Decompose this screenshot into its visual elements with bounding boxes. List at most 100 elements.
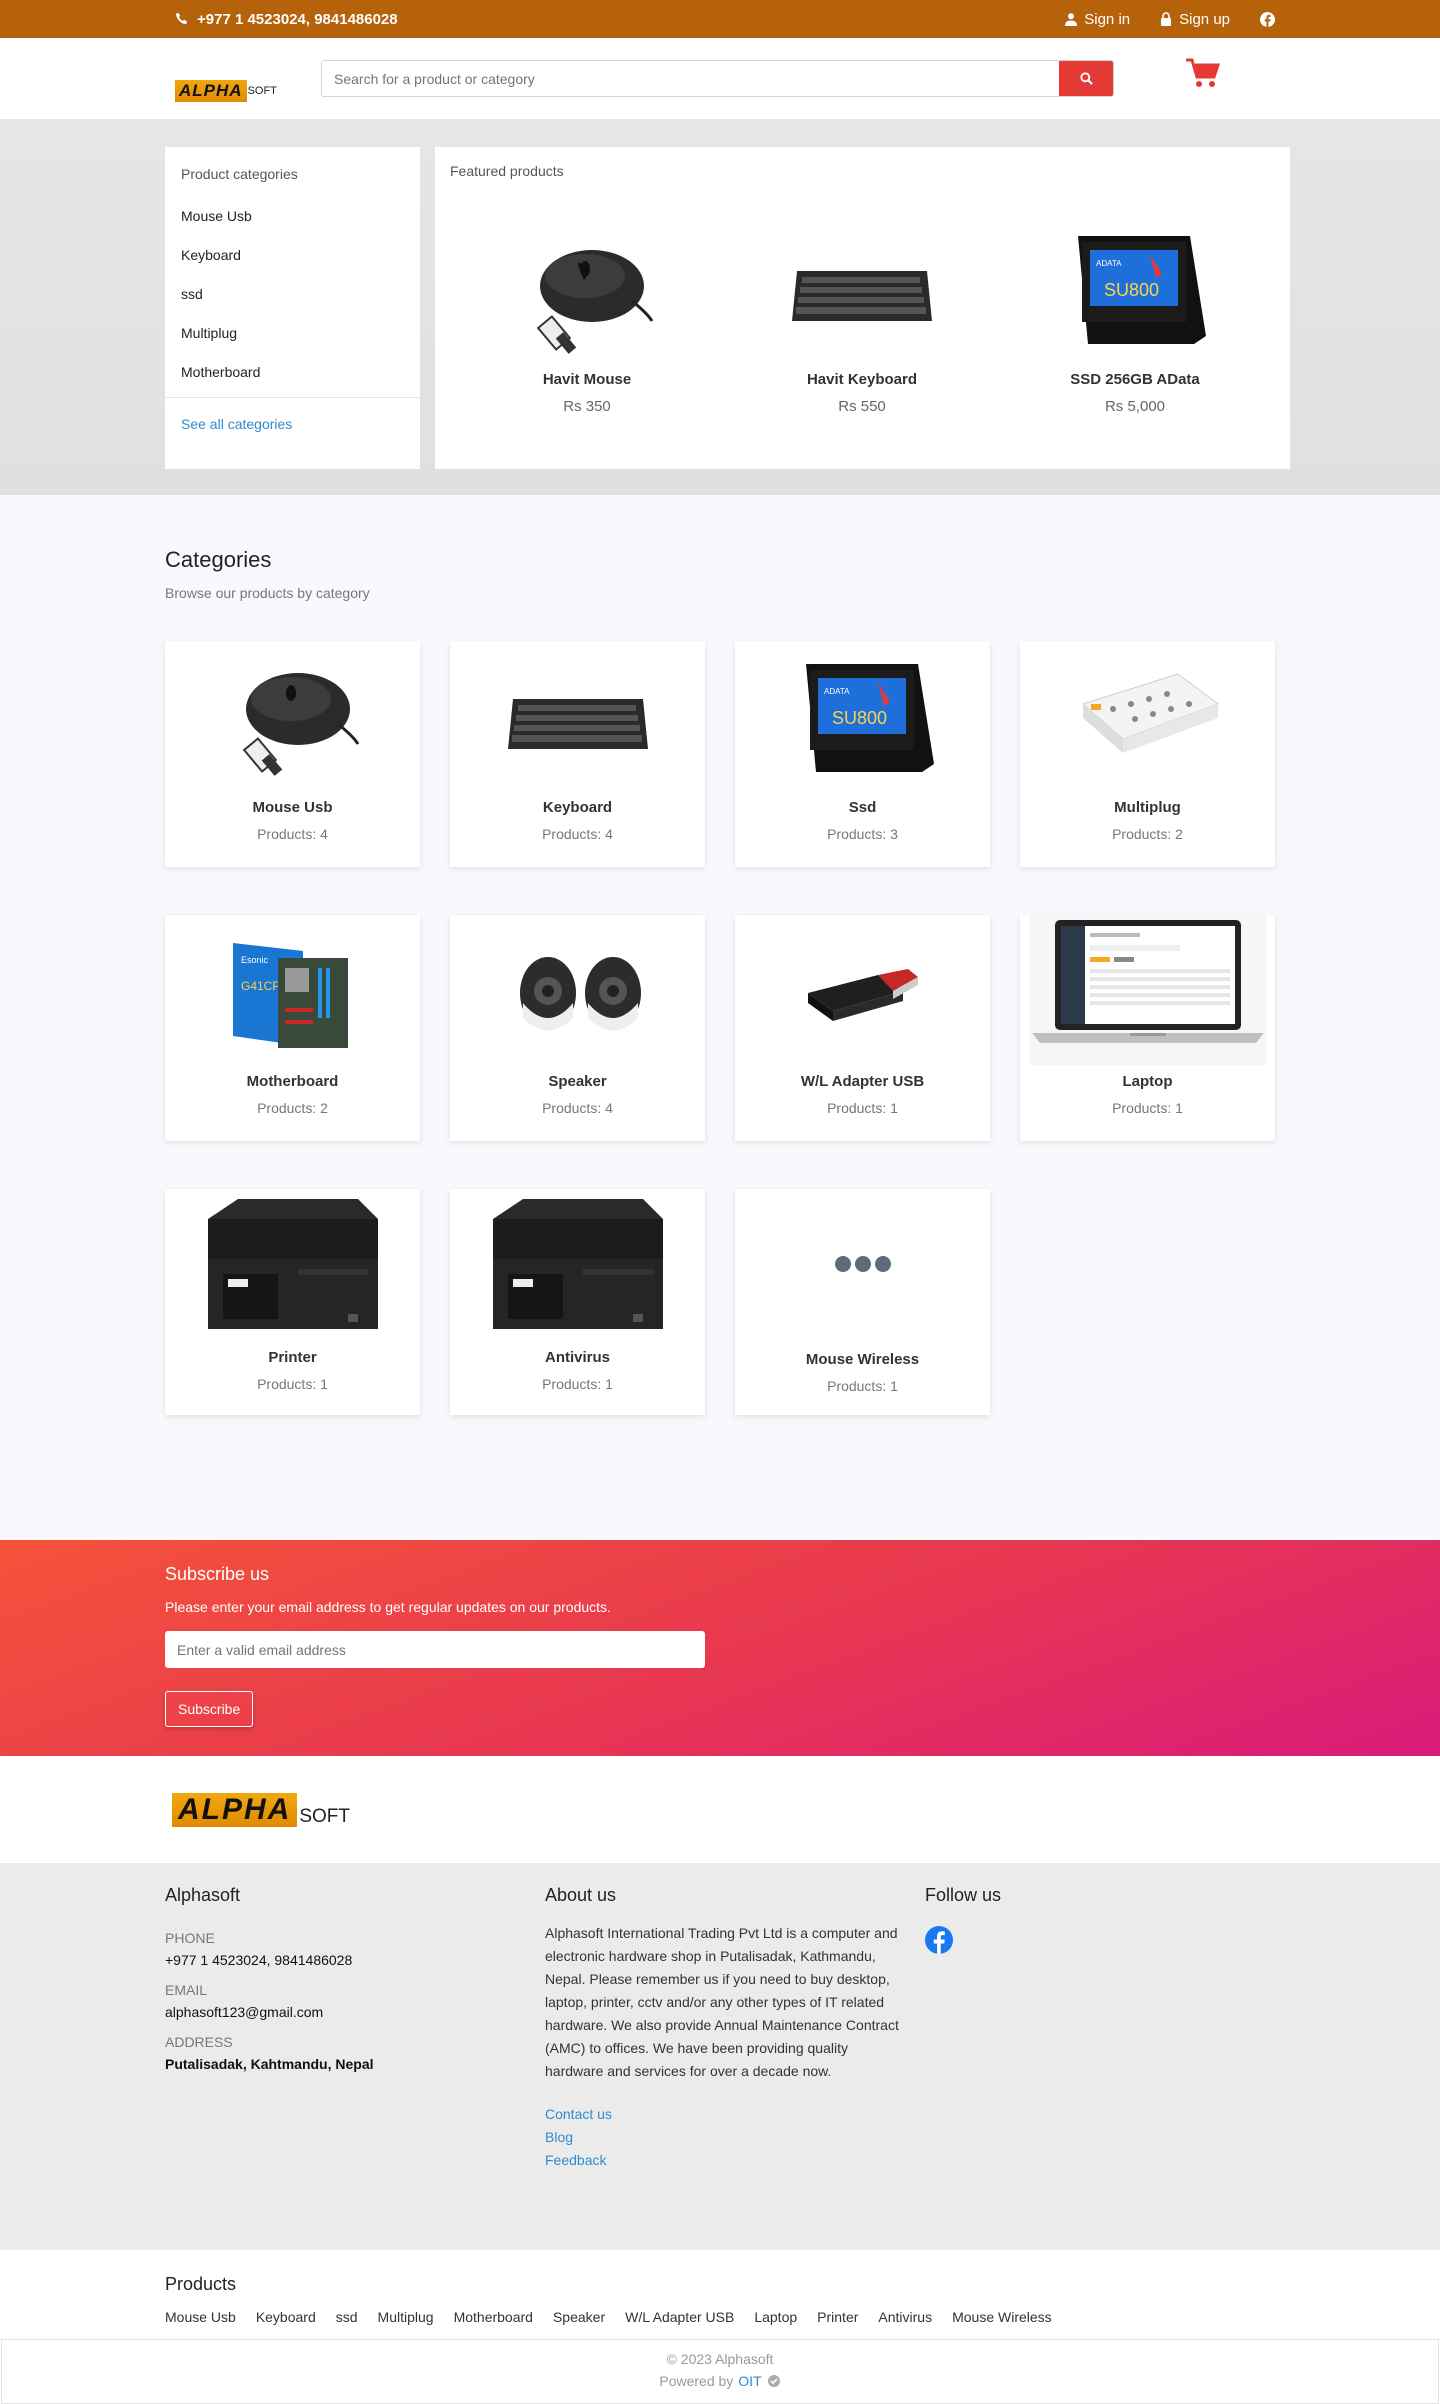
- search-icon: [1079, 72, 1093, 85]
- category-card-ssd[interactable]: ADATA SU800 Ssd Products: 3: [735, 641, 990, 867]
- sidebar-item-motherboard[interactable]: Motherboard: [165, 352, 420, 391]
- svg-text:SU800: SU800: [832, 708, 887, 728]
- powered-by-link[interactable]: OIT: [738, 2373, 761, 2389]
- categories-grid: Mouse Usb Products: 4 Keyboard Products:…: [0, 641, 1440, 1466]
- sidebar-item-keyboard[interactable]: Keyboard: [165, 235, 420, 274]
- site-logo[interactable]: ALPHA SOFT: [175, 80, 277, 102]
- category-card-motherboard[interactable]: Esonic G41CPL Motherboard Products: 2: [165, 915, 420, 1141]
- copyright-text: © 2023 Alphasoft: [666, 2351, 774, 2367]
- sidebar-title: Product categories: [181, 166, 298, 182]
- sidebar-item-multiplug[interactable]: Multiplug: [165, 313, 420, 352]
- blog-link[interactable]: Blog: [545, 2126, 900, 2149]
- category-name: Printer: [268, 1349, 317, 1366]
- category-card-mouse-wireless[interactable]: Mouse Wireless Products: 1: [735, 1189, 990, 1415]
- facebook-top-link[interactable]: [1260, 11, 1275, 27]
- subscribe-section: Subscribe us Please enter your email add…: [0, 1540, 1440, 1756]
- logo-word: SOFT: [247, 85, 277, 97]
- top-phone-text: +977 1 4523024, 9841486028: [197, 10, 398, 28]
- featured-product-card[interactable]: ADATA SU800 SSD 256GB AData Rs 5,000: [1035, 221, 1235, 415]
- category-name: Speaker: [548, 1073, 607, 1090]
- svg-text:ADATA: ADATA: [824, 687, 850, 696]
- category-card-wl-adapter-usb[interactable]: W/L Adapter USB Products: 1: [735, 915, 990, 1141]
- feedback-link[interactable]: Feedback: [545, 2149, 900, 2172]
- user-icon: [1065, 12, 1078, 26]
- footer-product-link[interactable]: Mouse Usb: [165, 2309, 236, 2325]
- featured-product-price: Rs 350: [563, 398, 611, 415]
- footer-logo-bar: ALPHA SOFT: [0, 1756, 1440, 1863]
- category-count: Products: 4: [542, 826, 613, 842]
- footer-product-link[interactable]: Antivirus: [878, 2309, 932, 2325]
- footer-company: Alphasoft PHONE +977 1 4523024, 98414860…: [165, 1885, 374, 2072]
- category-name: Mouse Usb: [252, 799, 333, 816]
- category-card-antivirus[interactable]: Antivirus Products: 1: [450, 1189, 705, 1415]
- motherboard-image: Esonic G41CPL: [165, 923, 420, 1063]
- footer-info: Alphasoft PHONE +977 1 4523024, 98414860…: [0, 1863, 1440, 2250]
- cart-button[interactable]: [1186, 58, 1221, 93]
- category-name: Antivirus: [544, 1349, 610, 1366]
- footer-product-link[interactable]: Keyboard: [256, 2309, 316, 2325]
- more-dots-icon: [735, 1189, 990, 1339]
- category-sidebar: Product categories Mouse Usb Keyboard ss…: [165, 147, 420, 469]
- email-label: EMAIL: [165, 1982, 208, 1998]
- footer-logo[interactable]: ALPHA SOFT: [172, 1793, 350, 1827]
- contact-us-link[interactable]: Contact us: [545, 2103, 900, 2126]
- phone-value: +977 1 4523024, 9841486028: [165, 1952, 353, 1968]
- category-count: Products: 1: [257, 1376, 328, 1392]
- category-name: Keyboard: [542, 799, 613, 816]
- subscribe-email-input[interactable]: [165, 1631, 705, 1668]
- footer-product-link[interactable]: Laptop: [754, 2309, 797, 2325]
- category-card-multiplug[interactable]: Multiplug Products: 2: [1020, 641, 1275, 867]
- address-value: Putalisadak, Kahtmandu, Nepal: [165, 2056, 374, 2072]
- footer-product-link[interactable]: Multiplug: [378, 2309, 434, 2325]
- hero-section: Product categories Mouse Usb Keyboard ss…: [0, 120, 1440, 495]
- subscribe-button[interactable]: Subscribe: [165, 1691, 254, 1727]
- category-card-keyboard[interactable]: Keyboard Products: 4: [450, 641, 705, 867]
- powered-by-label: Powered by: [659, 2373, 734, 2389]
- category-count: Products: 1: [827, 1100, 898, 1116]
- facebook-icon: [925, 1926, 953, 1954]
- footer-product-link[interactable]: Printer: [817, 2309, 858, 2325]
- usb-adapter-image: [735, 923, 990, 1063]
- sign-in-label: Sign in: [1084, 10, 1131, 28]
- footer-links: Contact us Blog Feedback: [545, 2103, 900, 2172]
- sidebar-item-mouse-usb[interactable]: Mouse Usb: [165, 196, 420, 235]
- category-count: Products: 1: [542, 1376, 613, 1392]
- footer-follow: Follow us: [925, 1885, 1001, 1959]
- ssd-image: ADATA SU800: [735, 649, 990, 789]
- category-card-speaker[interactable]: Speaker Products: 4: [450, 915, 705, 1141]
- footer-product-link[interactable]: Mouse Wireless: [952, 2309, 1052, 2325]
- featured-product-card[interactable]: Havit Keyboard Rs 550: [762, 221, 962, 415]
- footer-product-link[interactable]: Speaker: [553, 2309, 605, 2325]
- featured-title: Featured products: [450, 163, 564, 179]
- facebook-footer-link[interactable]: [925, 1926, 1001, 1959]
- top-bar: +977 1 4523024, 9841486028 Sign in Sign …: [0, 0, 1440, 38]
- footer-product-link[interactable]: ssd: [336, 2309, 358, 2325]
- top-phone: +977 1 4523024, 9841486028: [175, 11, 398, 28]
- categories-title: Categories: [165, 547, 272, 572]
- logo-mark: ALPHA: [172, 1793, 298, 1827]
- category-name: Laptop: [1122, 1073, 1173, 1090]
- search-input[interactable]: [322, 61, 1059, 96]
- cart-icon: [1186, 58, 1221, 87]
- svg-text:ADATA: ADATA: [1096, 259, 1122, 268]
- category-card-laptop[interactable]: Laptop Products: 1: [1020, 915, 1275, 1141]
- category-count: Products: 1: [827, 1378, 898, 1394]
- see-all-categories-link[interactable]: See all categories: [165, 398, 420, 450]
- category-name: Mouse Wireless: [805, 1351, 920, 1368]
- featured-product-card[interactable]: Havit Mouse Rs 350: [487, 221, 687, 415]
- search-button[interactable]: [1059, 61, 1113, 96]
- featured-product-name: SSD 256GB AData: [1070, 371, 1200, 388]
- subscribe-title: Subscribe us: [165, 1564, 270, 1584]
- category-card-mouse-usb[interactable]: Mouse Usb Products: 4: [165, 641, 420, 867]
- verified-icon: [767, 2375, 780, 2387]
- category-count: Products: 3: [827, 826, 898, 842]
- footer-product-link[interactable]: W/L Adapter USB: [625, 2309, 734, 2325]
- category-name: Multiplug: [1114, 799, 1181, 816]
- sign-up-link[interactable]: Sign up: [1160, 11, 1230, 28]
- category-card-printer[interactable]: Printer Products: 1: [165, 1189, 420, 1415]
- multiplug-image: [1020, 649, 1275, 789]
- sign-in-link[interactable]: Sign in: [1065, 11, 1130, 28]
- footer-product-link[interactable]: Motherboard: [454, 2309, 533, 2325]
- category-name: W/L Adapter USB: [800, 1073, 925, 1090]
- sidebar-item-ssd[interactable]: ssd: [165, 274, 420, 313]
